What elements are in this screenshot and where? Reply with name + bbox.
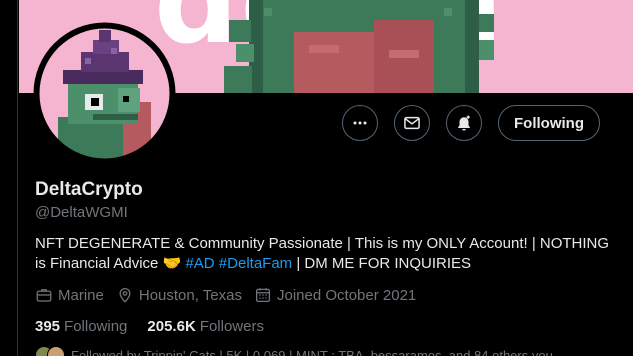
profession-text: Marine bbox=[58, 286, 104, 304]
banner-monster-illustration bbox=[224, 0, 494, 93]
following-button[interactable]: Following bbox=[498, 105, 600, 141]
following-count: 395 bbox=[35, 318, 61, 335]
profession-item: Marine bbox=[35, 286, 104, 304]
user-handle: @DeltaWGMI bbox=[35, 204, 128, 221]
followers-link[interactable]: 205.6K Followers bbox=[147, 318, 264, 335]
bio-text: | DM ME FOR INQUIRIES bbox=[296, 255, 472, 272]
profile-bio: NFT DEGENERATE & Community Passionate | … bbox=[35, 234, 615, 274]
left-rail bbox=[0, 0, 18, 356]
profile-meta: Marine Houston, Texas Joined October 202… bbox=[35, 286, 416, 304]
hashtag-link[interactable]: #DeltaFam bbox=[219, 255, 292, 272]
following-link[interactable]: 395 Following bbox=[35, 318, 127, 335]
followed-by-text: Followed by Trippin' Cats | 5K | 0.069 |… bbox=[71, 347, 553, 356]
following-label: Following bbox=[64, 318, 128, 335]
followed-by-row[interactable]: Followed by Trippin' Cats | 5K | 0.069 |… bbox=[35, 346, 553, 356]
location-text: Houston, Texas bbox=[138, 286, 242, 304]
profile-stats: 395 Following 205.6K Followers bbox=[35, 318, 264, 335]
followers-count: 205.6K bbox=[147, 318, 196, 335]
briefcase-icon bbox=[36, 289, 52, 302]
message-button[interactable] bbox=[394, 105, 431, 141]
more-button[interactable] bbox=[342, 105, 379, 141]
display-name: DeltaCrypto bbox=[35, 179, 143, 200]
calendar-icon bbox=[255, 288, 270, 303]
notifications-button[interactable] bbox=[446, 105, 483, 141]
avatar bbox=[47, 346, 65, 356]
profile-avatar[interactable] bbox=[33, 22, 176, 165]
joined-item: Joined October 2021 bbox=[254, 286, 416, 304]
followers-label: Followers bbox=[199, 318, 264, 335]
joined-text: Joined October 2021 bbox=[276, 286, 417, 304]
profile-actions: Following bbox=[342, 105, 600, 141]
bell-plus-icon bbox=[458, 115, 470, 131]
mutual-avatars bbox=[35, 346, 65, 356]
mail-icon bbox=[404, 116, 420, 130]
hashtag-link[interactable]: #AD bbox=[185, 255, 214, 272]
handshake-emoji: 🤝 bbox=[162, 255, 182, 272]
location-item: Houston, Texas bbox=[116, 286, 242, 304]
more-horizontal-icon bbox=[353, 121, 367, 125]
location-pin-icon bbox=[119, 288, 131, 303]
